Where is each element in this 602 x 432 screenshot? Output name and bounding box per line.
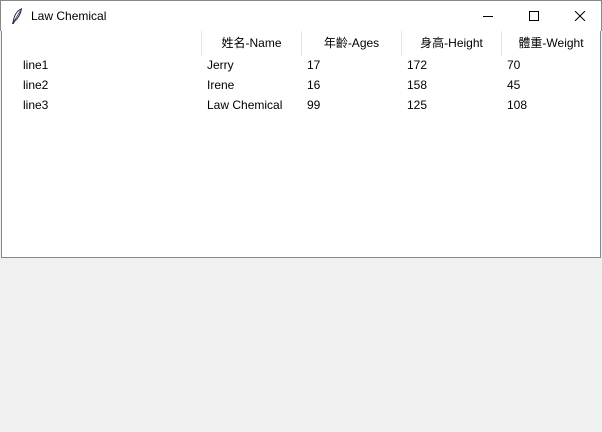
table-row[interactable]: line3 Law Chemical 99 125 108 bbox=[2, 95, 600, 115]
close-button[interactable] bbox=[557, 1, 602, 31]
maximize-button[interactable] bbox=[511, 1, 557, 31]
app-window: Law Chemical 姓名-Name 年齡-Ages 身高-Height 體… bbox=[0, 0, 602, 432]
title-bar[interactable]: Law Chemical bbox=[0, 0, 602, 31]
window-title: Law Chemical bbox=[31, 9, 107, 23]
row-id: line1 bbox=[23, 58, 49, 72]
cell-ages: 17 bbox=[307, 58, 321, 72]
cell-name: Irene bbox=[207, 78, 235, 92]
cell-height: 125 bbox=[407, 98, 428, 112]
column-header-tree[interactable] bbox=[2, 31, 202, 56]
maximize-icon bbox=[529, 11, 539, 21]
feather-icon bbox=[11, 8, 23, 24]
minimize-button[interactable] bbox=[465, 1, 511, 31]
row-id: line2 bbox=[23, 78, 49, 92]
cell-weight: 108 bbox=[507, 98, 528, 112]
cell-weight: 45 bbox=[507, 78, 521, 92]
cell-name: Jerry bbox=[207, 58, 234, 72]
column-header-weight[interactable]: 體重-Weight bbox=[502, 31, 600, 56]
treeview-table[interactable]: 姓名-Name 年齡-Ages 身高-Height 體重-Weight line… bbox=[1, 31, 601, 258]
table-row[interactable]: line2 Irene 16 158 45 bbox=[2, 75, 600, 95]
cell-ages: 99 bbox=[307, 98, 321, 112]
minimize-icon bbox=[483, 16, 493, 17]
table-row[interactable]: line1 Jerry 17 172 70 bbox=[2, 55, 600, 75]
row-id: line3 bbox=[23, 98, 49, 112]
cell-name: Law Chemical bbox=[207, 98, 283, 112]
cell-ages: 16 bbox=[307, 78, 321, 92]
column-header-ages[interactable]: 年齡-Ages bbox=[302, 31, 402, 56]
cell-height: 158 bbox=[407, 78, 428, 92]
column-header-height[interactable]: 身高-Height bbox=[402, 31, 502, 56]
cell-weight: 70 bbox=[507, 58, 521, 72]
column-header-name[interactable]: 姓名-Name bbox=[202, 31, 302, 56]
cell-height: 172 bbox=[407, 58, 428, 72]
close-icon bbox=[575, 11, 585, 21]
table-header: 姓名-Name 年齡-Ages 身高-Height 體重-Weight bbox=[2, 31, 600, 56]
